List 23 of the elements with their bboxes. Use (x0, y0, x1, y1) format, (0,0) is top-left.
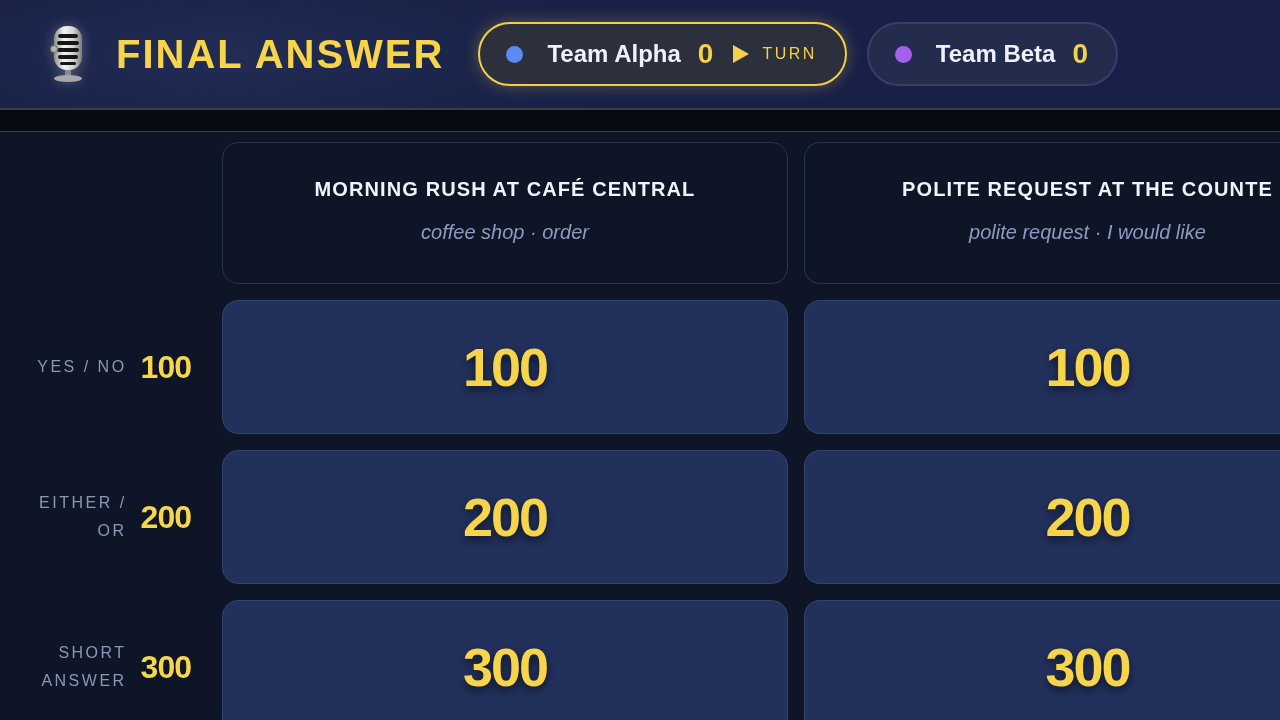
team-name: Team Beta (935, 40, 1056, 68)
play-icon (733, 45, 750, 63)
team-name: Team Alpha (547, 40, 681, 68)
question-tile[interactable]: 300 (804, 600, 1280, 720)
question-tile[interactable]: 100 (804, 300, 1280, 434)
game-title: FINAL ANSWER (116, 34, 445, 74)
question-tile[interactable]: 200 (222, 450, 788, 584)
turn-label: TURN (762, 45, 817, 63)
team-score: 0 (697, 38, 714, 70)
category-subtitle: coffee shop · order (421, 221, 589, 244)
category-title: POLITE REQUEST AT THE COUNTE (902, 178, 1273, 201)
question-tile[interactable]: 300 (222, 600, 788, 720)
row-points: 200 (140, 498, 191, 536)
question-tile[interactable]: 100 (222, 300, 788, 434)
category-title: MORNING RUSH AT CAFÉ CENTRAL (314, 178, 696, 201)
team-score: 0 (1072, 38, 1088, 70)
row-points: 300 (140, 648, 191, 686)
row-points: 100 (140, 348, 191, 386)
row-label: YES / NO (37, 357, 127, 377)
row-label: SHORT ANSWER (40, 643, 127, 691)
question-tile[interactable]: 200 (804, 450, 1280, 584)
row-label: EITHER / OR (38, 493, 127, 541)
category-subtitle: polite request · I would like (969, 221, 1206, 244)
